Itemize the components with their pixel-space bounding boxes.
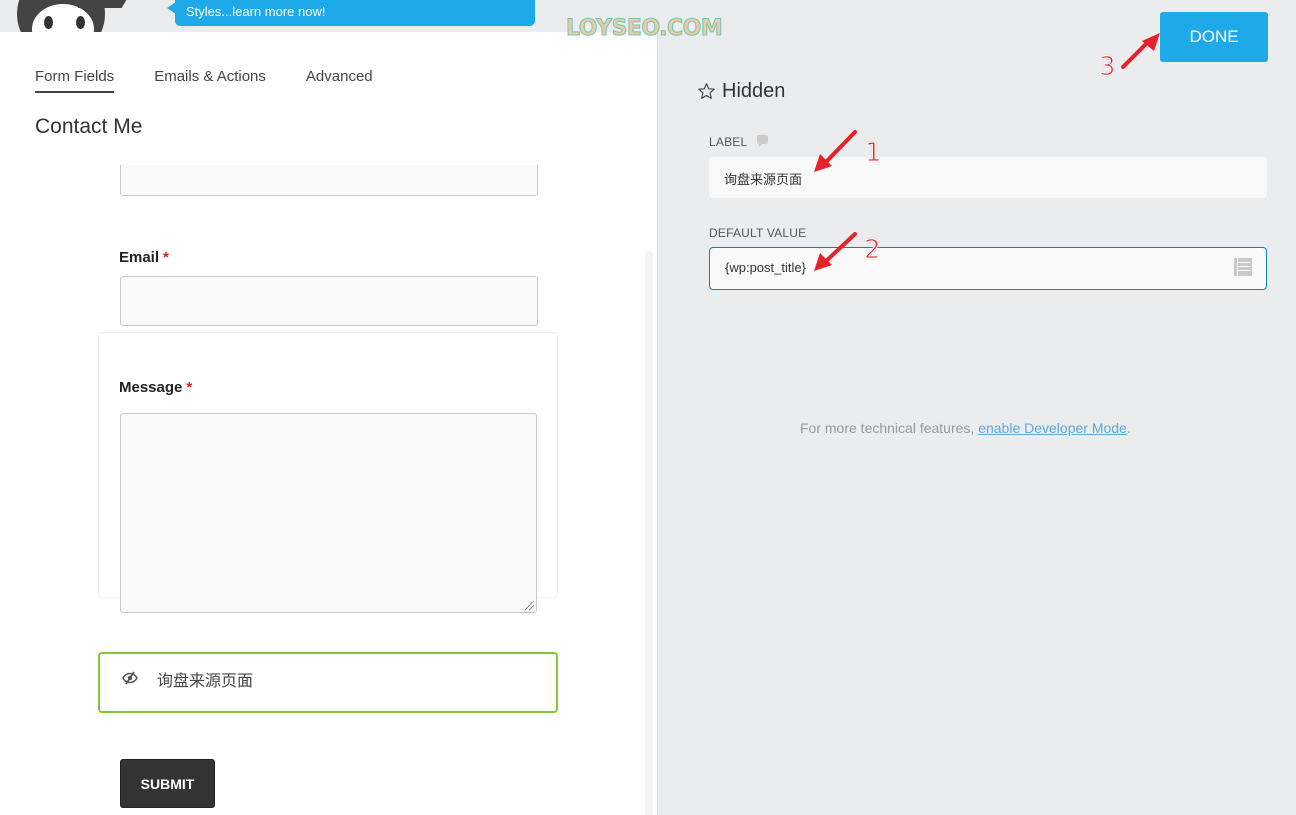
tab-advanced[interactable]: Advanced xyxy=(306,68,373,93)
required-mark: * xyxy=(163,249,169,266)
watermark: LOYSEO.COM xyxy=(565,16,723,42)
message-label: Message * xyxy=(119,379,192,396)
name-input[interactable] xyxy=(120,165,538,196)
default-value-input[interactable]: {wp:post_title} xyxy=(709,247,1267,290)
annotation-number-1: 1 xyxy=(865,138,883,169)
email-input[interactable] xyxy=(120,276,538,326)
mascot-headband xyxy=(77,0,127,8)
dev-note-prefix: For more technical features, xyxy=(800,420,979,436)
message-textarea[interactable] xyxy=(120,413,537,613)
annotation-arrow-2 xyxy=(814,232,857,271)
default-value-text: {wp:post_title} xyxy=(725,260,806,275)
field-type-name: Hidden xyxy=(722,80,786,102)
star-icon xyxy=(698,83,715,99)
builder-tabs: Form Fields Emails & Actions Advanced xyxy=(35,68,373,93)
resize-handle[interactable] xyxy=(525,601,534,610)
annotation-number-2: 2 xyxy=(864,235,882,266)
default-value-label: DEFAULT VALUE xyxy=(709,226,807,240)
email-label: Email * xyxy=(119,249,169,266)
mascot-eye xyxy=(44,16,53,29)
label-setting-text: LABEL xyxy=(709,135,748,149)
annotation-number-3: 3 xyxy=(1099,52,1117,83)
enable-developer-mode-link[interactable]: enable Developer Mode xyxy=(978,420,1127,436)
hidden-field-card[interactable]: 询盘来源页面 xyxy=(98,652,558,713)
scrollbar[interactable] xyxy=(645,251,653,815)
promo-bubble[interactable]: Styles...learn more now! xyxy=(167,0,535,26)
tab-emails-actions[interactable]: Emails & Actions xyxy=(154,68,266,93)
label-input-value: 询盘来源页面 xyxy=(724,172,803,187)
label-setting-label: LABEL xyxy=(709,135,769,149)
label-input[interactable]: 询盘来源页面 xyxy=(709,157,1267,198)
message-label-text: Message xyxy=(119,379,183,396)
annotation-arrow-3 xyxy=(1121,33,1160,69)
panel-divider xyxy=(657,32,658,815)
dev-note-suffix: . xyxy=(1126,420,1131,436)
email-label-text: Email xyxy=(119,249,160,266)
eye-slash-icon xyxy=(122,671,138,685)
mascot-eye xyxy=(76,16,85,29)
field-settings-title: Hidden xyxy=(697,80,785,103)
tab-form-fields[interactable]: Form Fields xyxy=(35,68,115,93)
comment-icon[interactable] xyxy=(757,135,769,147)
form-title: Contact Me xyxy=(35,115,143,138)
promo-text[interactable]: Styles...learn more now! xyxy=(186,4,325,19)
merge-tags-icon[interactable] xyxy=(1234,258,1252,276)
done-button[interactable]: DONE xyxy=(1160,12,1268,62)
developer-mode-note: For more technical features, enable Deve… xyxy=(800,420,1131,436)
annotation-arrow-1 xyxy=(814,130,857,172)
hidden-field-label: 询盘来源页面 xyxy=(157,673,254,690)
required-mark: * xyxy=(186,379,193,396)
submit-button[interactable]: SUBMIT xyxy=(120,759,215,808)
